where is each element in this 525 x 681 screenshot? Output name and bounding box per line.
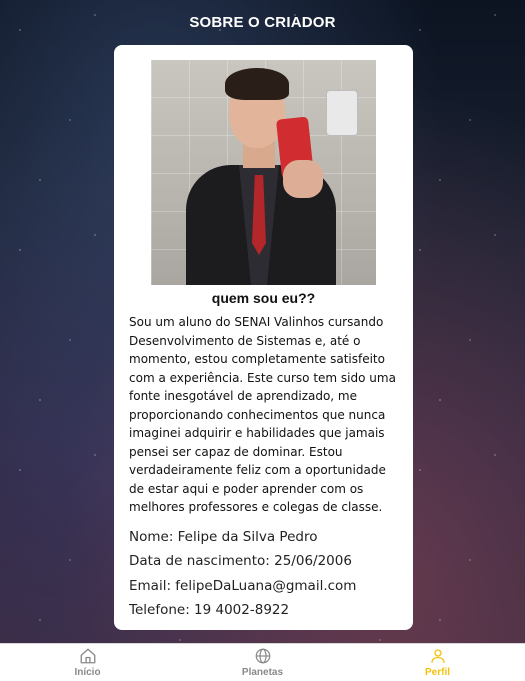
globe-icon — [255, 648, 270, 664]
bottom-tab-bar: Início Planetas Perfil — [0, 643, 525, 681]
user-icon — [430, 649, 445, 663]
home-icon — [80, 648, 95, 664]
profile-card: quem sou eu?? Sou um aluno do SENAI Vali… — [114, 45, 413, 630]
tab-perfil-label: Perfil — [424, 667, 450, 678]
profile-email: Email: felipeDaLuana@gmail.com — [129, 577, 357, 594]
tab-planetas-label: Planetas — [241, 667, 284, 678]
profile-phone: Telefone: 19 4002-8922 — [129, 602, 290, 618]
profile-birthdate: Data de nascimento: 25/06/2006 — [129, 553, 352, 569]
profile-heading: quem sou eu?? — [211, 290, 316, 306]
tab-perfil[interactable]: Perfil — [378, 647, 498, 678]
tab-inicio[interactable]: Início — [28, 647, 148, 678]
page-title: SOBRE O CRIADOR — [189, 13, 336, 31]
profile-name: Nome: Felipe da Silva Pedro — [129, 528, 318, 545]
profile-bio: Sou um aluno do SENAI Valinhos cursando … — [129, 315, 396, 514]
tab-inicio-label: Início — [74, 667, 101, 678]
profile-info: Nome: Felipe da Silva Pedro Data de nasc… — [129, 525, 398, 623]
profile-photo — [151, 60, 376, 285]
tab-planetas[interactable]: Planetas — [203, 647, 323, 678]
